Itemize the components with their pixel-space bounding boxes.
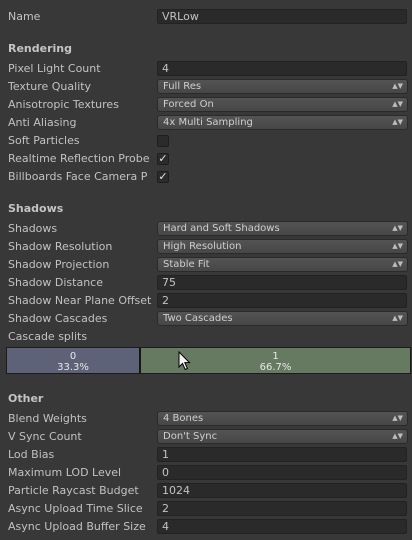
updown-arrow-icon: ▲▼ bbox=[392, 242, 403, 250]
shadows-dropdown[interactable]: Hard and Soft Shadows ▲▼ bbox=[157, 221, 408, 236]
checkmark-icon: ✓ bbox=[158, 170, 168, 183]
shadow-cascades-label: Shadow Cascades bbox=[8, 312, 108, 325]
async-upload-buffer-size-label: Async Upload Buffer Size bbox=[8, 520, 146, 533]
cascade-split-0[interactable]: 0 33.3% bbox=[7, 348, 141, 373]
v-sync-count-label: V Sync Count bbox=[8, 430, 82, 443]
shadow-near-plane-offset-field[interactable]: 2 bbox=[157, 293, 407, 308]
v-sync-count-row: V Sync Count Don't Sync ▲▼ bbox=[0, 428, 412, 446]
anisotropic-textures-dropdown[interactable]: Forced On ▲▼ bbox=[157, 97, 408, 112]
anti-aliasing-dropdown[interactable]: 4x Multi Sampling ▲▼ bbox=[157, 115, 408, 130]
updown-arrow-icon: ▲▼ bbox=[392, 118, 403, 126]
checkmark-icon: ✓ bbox=[158, 152, 168, 165]
async-upload-buffer-size-row: Async Upload Buffer Size 4 bbox=[0, 518, 412, 536]
anisotropic-textures-value: Forced On bbox=[163, 99, 214, 110]
realtime-reflection-probes-row: Realtime Reflection Probe ✓ bbox=[0, 150, 412, 168]
shadow-projection-row: Shadow Projection Stable Fit ▲▼ bbox=[0, 256, 412, 274]
cascade-split-0-index: 0 bbox=[69, 351, 77, 362]
anisotropic-textures-label: Anisotropic Textures bbox=[8, 98, 119, 111]
name-row: Name VRLow bbox=[0, 8, 412, 26]
shadows-label: Shadows bbox=[8, 222, 58, 235]
soft-particles-row: Soft Particles bbox=[0, 132, 412, 150]
updown-arrow-icon: ▲▼ bbox=[392, 314, 403, 322]
pixel-light-count-field[interactable]: 4 bbox=[157, 61, 407, 76]
other-section-title: Other bbox=[8, 392, 44, 405]
maximum-lod-level-row: Maximum LOD Level 0 bbox=[0, 464, 412, 482]
updown-arrow-icon: ▲▼ bbox=[392, 82, 403, 90]
shadow-distance-label: Shadow Distance bbox=[8, 276, 103, 289]
realtime-reflection-probes-checkbox[interactable]: ✓ bbox=[157, 153, 169, 165]
blend-weights-dropdown[interactable]: 4 Bones ▲▼ bbox=[157, 411, 408, 426]
lod-bias-label: Lod Bias bbox=[8, 448, 55, 461]
shadow-cascades-row: Shadow Cascades Two Cascades ▲▼ bbox=[0, 310, 412, 328]
cascade-splits-label: Cascade splits bbox=[8, 330, 88, 343]
cascade-splits-bar[interactable]: 0 33.3% 1 66.7% bbox=[6, 347, 411, 374]
shadow-resolution-label: Shadow Resolution bbox=[8, 240, 113, 253]
v-sync-count-dropdown[interactable]: Don't Sync ▲▼ bbox=[157, 429, 408, 444]
updown-arrow-icon: ▲▼ bbox=[392, 100, 403, 108]
shadow-resolution-value: High Resolution bbox=[163, 241, 242, 252]
texture-quality-dropdown[interactable]: Full Res ▲▼ bbox=[157, 79, 408, 94]
particle-raycast-budget-field[interactable]: 1024 bbox=[157, 483, 407, 498]
shadow-resolution-dropdown[interactable]: High Resolution ▲▼ bbox=[157, 239, 408, 254]
v-sync-count-value: Don't Sync bbox=[163, 431, 218, 442]
async-upload-time-slice-row: Async Upload Time Slice 2 bbox=[0, 500, 412, 518]
texture-quality-value: Full Res bbox=[163, 81, 202, 92]
pixel-light-count-row: Pixel Light Count 4 bbox=[0, 60, 412, 78]
blend-weights-value: 4 Bones bbox=[163, 413, 204, 424]
shadow-distance-field[interactable]: 75 bbox=[157, 275, 407, 290]
anisotropic-textures-row: Anisotropic Textures Forced On ▲▼ bbox=[0, 96, 412, 114]
billboards-face-camera-checkbox[interactable]: ✓ bbox=[157, 171, 169, 183]
shadows-row: Shadows Hard and Soft Shadows ▲▼ bbox=[0, 220, 412, 238]
maximum-lod-level-field[interactable]: 0 bbox=[157, 465, 407, 480]
shadows-value: Hard and Soft Shadows bbox=[163, 223, 280, 234]
async-upload-buffer-size-field[interactable]: 4 bbox=[157, 519, 407, 534]
name-label: Name bbox=[8, 10, 41, 23]
anti-aliasing-label: Anti Aliasing bbox=[8, 116, 77, 129]
billboards-face-camera-row: Billboards Face Camera P ✓ bbox=[0, 168, 412, 186]
shadows-section-title: Shadows bbox=[8, 202, 64, 215]
shadow-projection-value: Stable Fit bbox=[163, 259, 210, 270]
mouse-pointer-icon bbox=[178, 351, 191, 371]
anti-aliasing-value: 4x Multi Sampling bbox=[163, 117, 253, 128]
shadow-resolution-row: Shadow Resolution High Resolution ▲▼ bbox=[0, 238, 412, 256]
async-upload-time-slice-field[interactable]: 2 bbox=[157, 501, 407, 516]
particle-raycast-budget-row: Particle Raycast Budget 1024 bbox=[0, 482, 412, 500]
rendering-section-title: Rendering bbox=[8, 42, 72, 55]
anti-aliasing-row: Anti Aliasing 4x Multi Sampling ▲▼ bbox=[0, 114, 412, 132]
blend-weights-row: Blend Weights 4 Bones ▲▼ bbox=[0, 410, 412, 428]
shadow-cascades-dropdown[interactable]: Two Cascades ▲▼ bbox=[157, 311, 408, 326]
lod-bias-row: Lod Bias 1 bbox=[0, 446, 412, 464]
updown-arrow-icon: ▲▼ bbox=[392, 260, 403, 268]
updown-arrow-icon: ▲▼ bbox=[392, 414, 403, 422]
cascade-splits-row: Cascade splits bbox=[0, 328, 412, 346]
shadow-near-plane-offset-label: Shadow Near Plane Offset bbox=[8, 294, 152, 307]
particle-raycast-budget-label: Particle Raycast Budget bbox=[8, 484, 139, 497]
async-upload-time-slice-label: Async Upload Time Slice bbox=[8, 502, 143, 515]
maximum-lod-level-label: Maximum LOD Level bbox=[8, 466, 122, 479]
shadow-near-plane-offset-row: Shadow Near Plane Offset 2 bbox=[0, 292, 412, 310]
name-field[interactable]: VRLow bbox=[157, 9, 407, 24]
cascade-split-0-percent: 33.3% bbox=[57, 362, 89, 373]
updown-arrow-icon: ▲▼ bbox=[392, 432, 403, 440]
shadow-distance-row: Shadow Distance 75 bbox=[0, 274, 412, 292]
shadow-cascades-value: Two Cascades bbox=[163, 313, 233, 324]
updown-arrow-icon: ▲▼ bbox=[392, 224, 403, 232]
shadow-projection-dropdown[interactable]: Stable Fit ▲▼ bbox=[157, 257, 408, 272]
billboards-face-camera-label: Billboards Face Camera P bbox=[8, 170, 148, 183]
shadow-projection-label: Shadow Projection bbox=[8, 258, 110, 271]
soft-particles-checkbox[interactable] bbox=[157, 135, 169, 147]
texture-quality-row: Texture Quality Full Res ▲▼ bbox=[0, 78, 412, 96]
realtime-reflection-probes-label: Realtime Reflection Probe bbox=[8, 152, 150, 165]
soft-particles-label: Soft Particles bbox=[8, 134, 80, 147]
texture-quality-label: Texture Quality bbox=[8, 80, 92, 93]
blend-weights-label: Blend Weights bbox=[8, 412, 87, 425]
pixel-light-count-label: Pixel Light Count bbox=[8, 62, 101, 75]
lod-bias-field[interactable]: 1 bbox=[157, 447, 407, 462]
